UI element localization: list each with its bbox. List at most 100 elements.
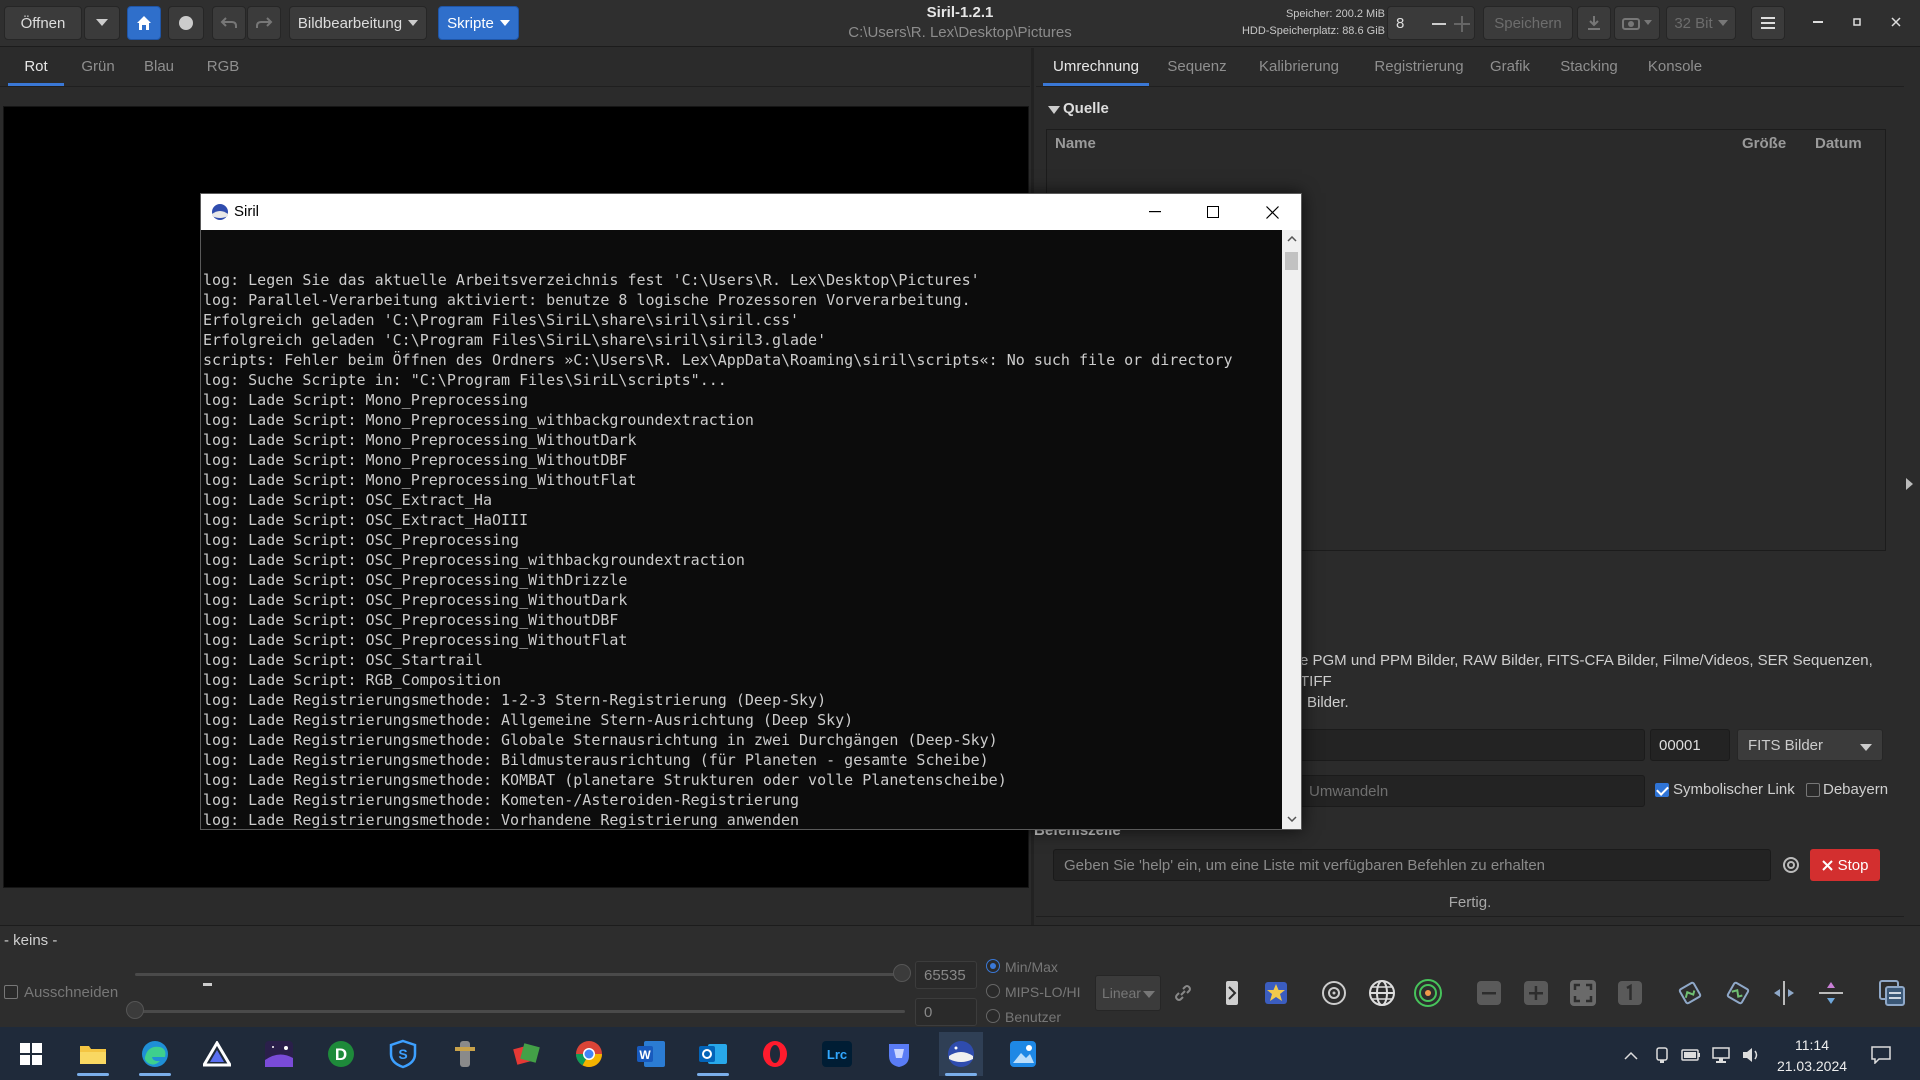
sequence-name-field[interactable] bbox=[1300, 729, 1645, 761]
expander-triangle-icon[interactable] bbox=[1048, 106, 1060, 114]
console-scrollbar[interactable] bbox=[1282, 230, 1301, 829]
crop-checkbox[interactable] bbox=[4, 985, 18, 999]
tab-graphics[interactable]: Grafik bbox=[1484, 48, 1536, 86]
photometry-button[interactable] bbox=[1410, 975, 1446, 1011]
high-slider-track[interactable] bbox=[135, 973, 905, 976]
tab-conversion[interactable]: Umrechnung bbox=[1043, 48, 1149, 86]
open-button[interactable]: Öffnen bbox=[4, 6, 82, 40]
chevron-down-icon[interactable] bbox=[1287, 816, 1297, 822]
taskbar-gem-app[interactable] bbox=[877, 1032, 921, 1076]
taskbar-siril[interactable] bbox=[939, 1032, 983, 1076]
taskbar-word[interactable]: W bbox=[629, 1032, 673, 1076]
astrometry-button[interactable] bbox=[1364, 975, 1400, 1011]
high-value-field[interactable]: 65535 bbox=[915, 961, 977, 989]
redo-button[interactable] bbox=[247, 6, 281, 40]
taskbar-affinity[interactable] bbox=[195, 1032, 239, 1076]
tab-sequence[interactable]: Sequenz bbox=[1160, 48, 1234, 86]
zoom-one-button[interactable] bbox=[1612, 975, 1648, 1011]
taskbar-tool[interactable] bbox=[443, 1032, 487, 1076]
taskbar-stellarium[interactable] bbox=[257, 1032, 301, 1076]
home-button[interactable] bbox=[127, 6, 161, 40]
convert-button[interactable]: Umwandeln bbox=[1300, 775, 1645, 807]
taskbar-app-cards[interactable] bbox=[505, 1032, 549, 1076]
panel-toggle-arrow-icon[interactable] bbox=[1906, 478, 1913, 490]
star-tool-button[interactable] bbox=[1258, 975, 1294, 1011]
taskbar-file-explorer[interactable] bbox=[71, 1032, 115, 1076]
low-slider-track[interactable] bbox=[135, 1010, 905, 1013]
livestack-button[interactable] bbox=[168, 6, 204, 40]
radio-minmax[interactable] bbox=[986, 959, 1000, 973]
tab-stacking[interactable]: Stacking bbox=[1552, 48, 1626, 86]
image-processing-menu[interactable]: Bildbearbeitung bbox=[289, 6, 427, 40]
tray-battery[interactable] bbox=[1679, 1043, 1703, 1067]
tab-console[interactable]: Konsole bbox=[1640, 48, 1710, 86]
stop-button[interactable]: Stop bbox=[1810, 849, 1880, 881]
start-button[interactable] bbox=[9, 1032, 53, 1076]
link-button[interactable] bbox=[1165, 975, 1201, 1011]
system-clock[interactable]: 11:14 21.03.2024 bbox=[1767, 1035, 1857, 1077]
debayer-checkbox[interactable] bbox=[1806, 783, 1820, 797]
taskbar-opera[interactable] bbox=[753, 1032, 797, 1076]
minimize-button[interactable] bbox=[1806, 10, 1830, 34]
radio-mips[interactable] bbox=[986, 984, 1000, 998]
snapshot-button[interactable] bbox=[1614, 6, 1660, 40]
scripts-menu[interactable]: Skripte bbox=[438, 6, 519, 40]
plus-icon[interactable] bbox=[1454, 16, 1470, 32]
zoom-in-button[interactable] bbox=[1518, 975, 1554, 1011]
zoom-fit-button[interactable] bbox=[1565, 975, 1601, 1011]
start-index-field[interactable]: 00001 bbox=[1650, 729, 1730, 761]
command-help-button[interactable] bbox=[1778, 849, 1804, 881]
tab-registration[interactable]: Registrierung bbox=[1364, 48, 1474, 86]
tab-blue[interactable]: Blau bbox=[134, 48, 184, 86]
minus-icon[interactable] bbox=[1432, 23, 1446, 25]
mirror-y-button[interactable] bbox=[1813, 975, 1849, 1011]
undo-button[interactable] bbox=[212, 6, 246, 40]
tab-rgb[interactable]: RGB bbox=[196, 48, 250, 86]
rotate-left-button[interactable] bbox=[1672, 975, 1708, 1011]
tray-network[interactable] bbox=[1709, 1043, 1733, 1067]
mirror-x-button[interactable] bbox=[1766, 975, 1802, 1011]
auto-stretch-button[interactable] bbox=[1214, 975, 1250, 1011]
symlink-checkbox[interactable] bbox=[1655, 783, 1669, 797]
command-input[interactable]: Geben Sie 'help' ein, um eine Liste mit … bbox=[1053, 849, 1771, 881]
close-button[interactable] bbox=[1884, 10, 1908, 34]
tab-red[interactable]: Rot bbox=[8, 48, 64, 86]
console-maximize-button[interactable] bbox=[1184, 194, 1242, 230]
scale-select[interactable]: Linear bbox=[1095, 975, 1161, 1011]
photometry-list-button[interactable] bbox=[1874, 975, 1910, 1011]
main-menu-button[interactable] bbox=[1751, 6, 1785, 40]
taskbar-photos[interactable] bbox=[1001, 1032, 1045, 1076]
console-titlebar[interactable]: Siril bbox=[201, 194, 1301, 230]
output-format-select[interactable]: FITS Bilder bbox=[1737, 729, 1883, 761]
low-value-field[interactable]: 0 bbox=[915, 998, 977, 1026]
bitdepth-menu[interactable]: 32 Bit bbox=[1666, 6, 1736, 40]
taskbar-lightroom[interactable]: Lrc bbox=[815, 1032, 859, 1076]
column-name[interactable]: Name bbox=[1055, 130, 1096, 158]
console-close-button[interactable] bbox=[1243, 194, 1301, 230]
notification-center-button[interactable] bbox=[1869, 1043, 1893, 1067]
tray-device[interactable] bbox=[1650, 1043, 1674, 1067]
maximize-button[interactable] bbox=[1845, 10, 1869, 34]
tray-volume[interactable] bbox=[1739, 1043, 1763, 1067]
chevron-up-icon[interactable] bbox=[1287, 236, 1297, 242]
tab-calibration[interactable]: Kalibrierung bbox=[1248, 48, 1350, 86]
high-slider-handle[interactable] bbox=[893, 964, 911, 982]
save-button[interactable]: Speichern bbox=[1483, 6, 1573, 40]
open-recent-dropdown[interactable] bbox=[84, 6, 120, 40]
zoom-out-button[interactable] bbox=[1471, 975, 1507, 1011]
radio-user[interactable] bbox=[986, 1009, 1000, 1023]
low-slider-handle[interactable] bbox=[126, 1001, 144, 1019]
tab-green[interactable]: Grün bbox=[72, 48, 124, 86]
source-section-label[interactable]: Quelle bbox=[1063, 100, 1109, 117]
taskbar-app-d[interactable]: D bbox=[319, 1032, 363, 1076]
scrollbar-thumb[interactable] bbox=[1285, 252, 1298, 270]
rotate-right-button[interactable] bbox=[1720, 975, 1756, 1011]
taskbar-outlook[interactable] bbox=[691, 1032, 735, 1076]
column-date[interactable]: Datum bbox=[1815, 130, 1862, 158]
console-minimize-button[interactable] bbox=[1126, 194, 1184, 230]
save-as-button[interactable] bbox=[1577, 6, 1611, 40]
taskbar-chrome[interactable] bbox=[567, 1032, 611, 1076]
column-size[interactable]: Größe bbox=[1742, 130, 1786, 158]
console-output[interactable]: log: Legen Sie das aktuelle Arbeitsverze… bbox=[201, 230, 1282, 829]
tray-overflow-button[interactable] bbox=[1619, 1043, 1643, 1067]
